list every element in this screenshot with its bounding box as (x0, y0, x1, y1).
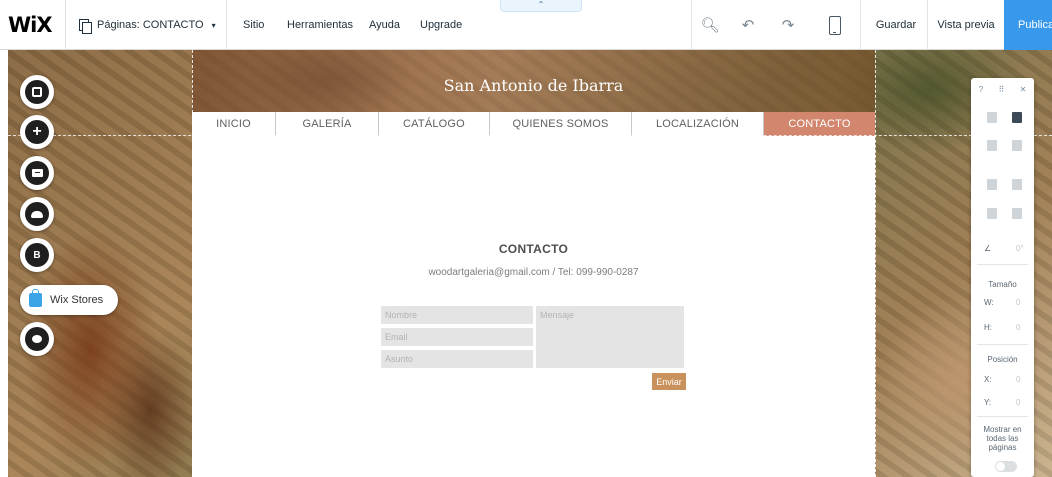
site-title[interactable]: San Antonio de Ibarra (192, 76, 875, 95)
divider (977, 416, 1028, 417)
upload-button[interactable] (20, 197, 54, 231)
x-value[interactable]: 0 (1016, 375, 1020, 384)
plus-icon: + (32, 123, 42, 140)
delete-icon[interactable] (1012, 140, 1022, 151)
shopping-bag-icon (29, 289, 42, 307)
add-button[interactable]: + (20, 115, 54, 149)
divider (65, 0, 66, 50)
chat-icon (32, 335, 42, 343)
y-label: Y: (984, 398, 992, 407)
wix-stores-button[interactable]: Wix Stores (20, 285, 118, 315)
nav-item-catalogo[interactable]: CATÁLOGO (379, 112, 490, 136)
subject-field[interactable]: Asunto (381, 350, 533, 368)
duplicate-icon[interactable] (987, 140, 997, 151)
divider (927, 0, 928, 50)
gridline-right (875, 50, 876, 477)
message-field[interactable]: Mensaje (536, 306, 684, 368)
match-size-icon[interactable] (1012, 208, 1022, 219)
collapse-topbar-tab[interactable]: ⌃ (500, 0, 582, 12)
zoom-icon[interactable]: 🔍︎ (691, 0, 729, 50)
chat-button[interactable] (20, 322, 54, 356)
y-value[interactable]: 0 (1016, 398, 1020, 407)
background-button[interactable] (20, 75, 54, 109)
width-value[interactable]: 0 (1016, 298, 1020, 307)
blog-icon: B (33, 249, 41, 261)
email-field[interactable]: Email (381, 328, 533, 346)
rotate-icon[interactable]: ∠ (984, 244, 991, 253)
divider (860, 0, 861, 50)
app-market-icon (31, 169, 43, 177)
x-label: X: (984, 375, 992, 384)
canvas-edge (0, 50, 8, 477)
undo-icon[interactable]: ↶ (729, 0, 767, 50)
size-label: Tamaño (988, 280, 1017, 289)
app-market-button[interactable] (20, 156, 54, 190)
height-label: H: (984, 323, 992, 332)
editor-canvas[interactable]: San Antonio de Ibarra INICIO GALERÍA CAT… (0, 50, 1052, 477)
width-label: W: (984, 298, 994, 307)
rotation-value[interactable]: 0° (1016, 244, 1024, 253)
show-all-pages-toggle[interactable] (995, 461, 1017, 472)
contact-info[interactable]: woodartgaleria@gmail.com / Tel: 099-990-… (192, 267, 875, 278)
background-icon (32, 87, 42, 97)
wix-logo[interactable]: WiX (8, 0, 58, 50)
wix-stores-label: Wix Stores (50, 294, 104, 306)
gridline-left (192, 50, 193, 477)
pages-label: Páginas: CONTACTO (97, 19, 204, 31)
divider (977, 344, 1028, 345)
divider (977, 264, 1028, 265)
distribute-icon[interactable] (987, 208, 997, 219)
page-content[interactable]: CONTACTO woodartgaleria@gmail.com / Tel:… (192, 136, 875, 477)
panel-header: ? ⠿ ✕ (971, 78, 1034, 100)
contact-heading[interactable]: CONTACTO (192, 242, 875, 256)
mobile-view-button[interactable] (816, 0, 854, 50)
drag-handle-icon[interactable]: ⠿ (998, 85, 1004, 94)
name-field[interactable]: Nombre (381, 306, 533, 324)
properties-panel: ? ⠿ ✕ ∠ 0° Tamaño W: 0 H: 0 Posición X: … (971, 78, 1034, 477)
menu-upgrade[interactable]: Upgrade (420, 0, 462, 50)
preview-button[interactable]: Vista previa (930, 0, 1002, 50)
help-icon[interactable]: ? (979, 85, 983, 94)
publish-button[interactable]: Publica (1004, 0, 1052, 50)
send-button[interactable]: Enviar (652, 373, 686, 390)
paste-icon[interactable] (1012, 112, 1022, 123)
show-all-pages-label: Mostrar en todas las páginas (983, 425, 1022, 452)
nav-item-contacto[interactable]: CONTACTO (764, 112, 875, 136)
cloud-upload-icon (31, 210, 43, 218)
divider (226, 0, 227, 50)
arrange-icon[interactable] (987, 179, 997, 190)
align-icon[interactable] (1012, 179, 1022, 190)
menu-sitio[interactable]: Sitio (243, 0, 264, 50)
pages-icon (79, 18, 92, 34)
nav-item-localizacion[interactable]: LOCALIZACIÓN (632, 112, 764, 136)
close-icon[interactable]: ✕ (1020, 85, 1027, 94)
chevron-down-icon: ▾ (211, 20, 216, 30)
redo-icon[interactable]: ↷ (769, 0, 807, 50)
nav-item-quienes-somos[interactable]: QUIENES SOMOS (490, 112, 632, 136)
editor-topbar: WiX Páginas: CONTACTO ▾ Sitio Herramient… (0, 0, 1052, 50)
copy-icon[interactable] (987, 112, 997, 123)
pages-dropdown[interactable]: Páginas: CONTACTO ▾ (79, 0, 219, 50)
save-button[interactable]: Guardar (866, 0, 926, 50)
menu-herramientas[interactable]: Herramientas (287, 0, 353, 50)
site-navigation: INICIO GALERÍA CATÁLOGO QUIENES SOMOS LO… (192, 112, 875, 136)
position-label: Posición (987, 355, 1018, 364)
nav-item-galeria[interactable]: GALERÍA (276, 112, 379, 136)
blog-button[interactable]: B (20, 238, 54, 272)
mobile-icon (829, 15, 841, 35)
height-value[interactable]: 0 (1016, 323, 1020, 332)
nav-item-inicio[interactable]: INICIO (192, 112, 276, 136)
menu-ayuda[interactable]: Ayuda (369, 0, 400, 50)
